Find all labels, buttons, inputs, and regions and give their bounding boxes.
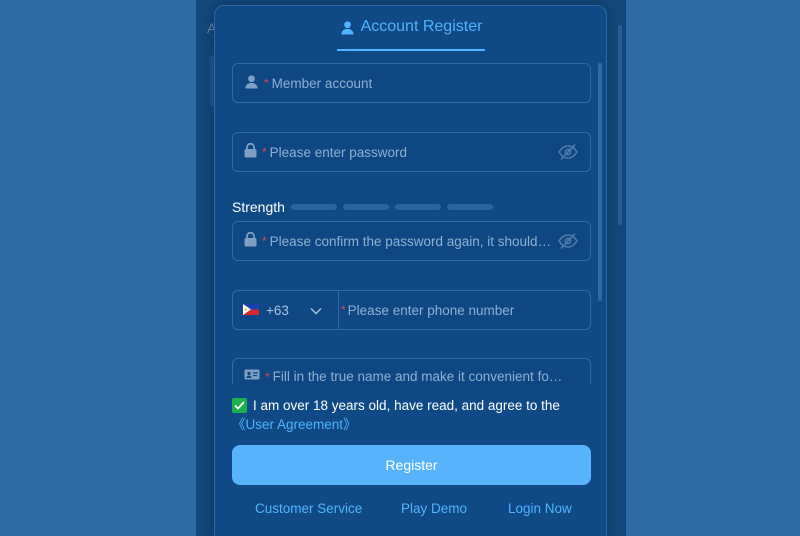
- confirm-password-field[interactable]: * Please confirm the password again, it …: [232, 221, 591, 261]
- strength-bar: [290, 204, 337, 210]
- phone-number-input[interactable]: * Please enter phone number: [339, 303, 514, 318]
- register-modal: Account Register * Member account * Plea…: [214, 5, 607, 536]
- philippines-flag-icon: [243, 303, 259, 318]
- user-icon: [340, 18, 355, 40]
- backdrop-scrollbar: [618, 25, 622, 225]
- required-marker: *: [262, 234, 267, 248]
- user-agreement-link[interactable]: 《User Agreement》: [232, 417, 357, 432]
- tab-account-register[interactable]: Account Register: [337, 18, 485, 52]
- strength-bar: [446, 204, 493, 210]
- tab-active-indicator: [337, 49, 485, 51]
- required-marker: *: [341, 303, 346, 317]
- country-code-select[interactable]: +63: [233, 291, 339, 329]
- lock-icon: [244, 231, 257, 250]
- lock-icon: [244, 142, 257, 161]
- register-button[interactable]: Register: [232, 445, 591, 485]
- strength-label: Strength: [232, 199, 285, 215]
- member-account-field[interactable]: * Member account: [232, 63, 591, 103]
- password-placeholder: Please enter password: [269, 144, 407, 160]
- required-marker: *: [262, 145, 267, 159]
- country-code: +63: [266, 302, 289, 318]
- real-name-placeholder: Fill in the true name and make it conven…: [272, 369, 563, 384]
- confirm-password-placeholder: Please confirm the password again, it sh…: [269, 233, 555, 249]
- strength-bar: [342, 204, 389, 210]
- agreement-checkbox[interactable]: [232, 398, 247, 413]
- agreement-text: I am over 18 years old, have read, and a…: [253, 398, 560, 413]
- customer-service-link[interactable]: Customer Service: [255, 501, 362, 516]
- login-now-link[interactable]: Login Now: [508, 501, 572, 516]
- strength-bar: [394, 204, 441, 210]
- required-marker: *: [264, 76, 269, 90]
- chevron-down-icon: [310, 303, 322, 318]
- id-card-icon: [244, 368, 260, 383]
- modal-scrollbar[interactable]: [598, 63, 602, 301]
- eye-slash-icon[interactable]: [558, 232, 578, 253]
- agreement-row: I am over 18 years old, have read, and a…: [232, 396, 592, 434]
- play-demo-link[interactable]: Play Demo: [401, 501, 467, 516]
- eye-slash-icon[interactable]: [558, 143, 578, 164]
- phone-placeholder: Please enter phone number: [347, 302, 515, 318]
- password-field[interactable]: * Please enter password: [232, 132, 591, 172]
- tab-label: Account Register: [360, 18, 483, 35]
- password-strength: Strength: [232, 199, 493, 215]
- real-name-field[interactable]: * Fill in the true name and make it conv…: [232, 358, 591, 384]
- user-icon: [244, 74, 259, 92]
- required-marker: *: [265, 370, 270, 384]
- member-account-placeholder: Member account: [271, 75, 373, 91]
- phone-field: +63 * Please enter phone number: [232, 290, 591, 330]
